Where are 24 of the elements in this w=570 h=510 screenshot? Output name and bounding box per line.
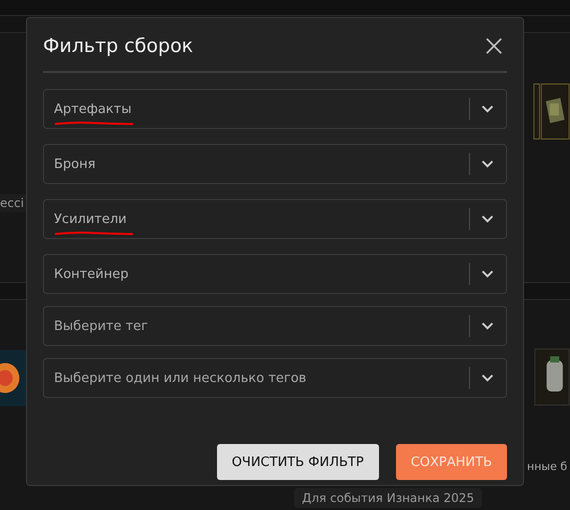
clear-filter-button[interactable]: ОЧИСТИТЬ ФИЛЬТР xyxy=(216,444,379,480)
select-placeholder: Выберите один или несколько тегов xyxy=(54,370,306,386)
chevron-down-icon xyxy=(481,215,494,223)
select-field[interactable]: Выберите один или несколько тегов xyxy=(43,358,507,398)
background-label: ессі xyxy=(0,194,26,212)
background-label: нные б xyxy=(527,460,568,473)
select-field[interactable]: Артефакты xyxy=(43,89,507,129)
chevron-down-icon xyxy=(481,322,494,330)
select-field[interactable]: Усилители xyxy=(43,199,507,239)
select-value: Контейнер xyxy=(54,266,128,282)
select-placeholder: Выберите тег xyxy=(54,318,148,334)
select-field[interactable]: Выберите тег xyxy=(43,306,507,346)
select-field[interactable]: Броня xyxy=(43,144,507,184)
chevron-down-icon xyxy=(481,270,494,278)
dialog-title: Фильтр сборок xyxy=(43,35,194,57)
chevron-down-icon xyxy=(481,105,494,113)
select-value: Усилители xyxy=(54,212,127,226)
close-icon[interactable] xyxy=(485,37,503,55)
chevron-down-icon xyxy=(481,374,494,382)
select-value: Броня xyxy=(54,156,96,172)
background-label: Для события Изнанка 2025 xyxy=(294,488,482,508)
chevron-down-icon xyxy=(481,160,494,168)
select-value: Артефакты xyxy=(54,102,132,116)
select-field[interactable]: Контейнер xyxy=(43,254,507,294)
